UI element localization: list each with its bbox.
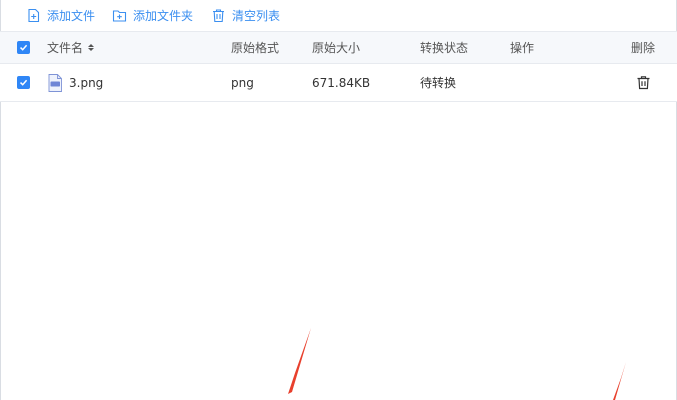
table-header: 文件名 原始格式 原始大小 转换状态 操作 删除 bbox=[0, 31, 677, 64]
check-icon bbox=[17, 76, 30, 89]
column-delete: 删除 bbox=[631, 41, 656, 55]
folder-plus-icon bbox=[112, 9, 127, 22]
table-row[interactable]: 3.png png 671.84KB 待转换 bbox=[0, 64, 677, 102]
check-icon bbox=[17, 41, 30, 54]
column-filename[interactable]: 文件名 bbox=[47, 32, 95, 63]
add-file-button[interactable]: 添加文件 bbox=[26, 6, 95, 24]
clear-list-label: 清空列表 bbox=[232, 8, 281, 23]
select-all-checkbox[interactable] bbox=[17, 32, 30, 63]
column-format: 原始格式 bbox=[231, 41, 280, 55]
add-folder-label: 添加文件夹 bbox=[133, 8, 194, 23]
clear-list-button[interactable]: 清空列表 bbox=[211, 6, 280, 24]
row-delete-button[interactable] bbox=[636, 64, 651, 101]
column-size: 原始大小 bbox=[312, 41, 361, 55]
conversion-status: 待转换 bbox=[420, 76, 457, 90]
add-folder-button[interactable]: 添加文件夹 bbox=[112, 6, 193, 24]
toolbar: 添加文件 添加文件夹 清空列表 bbox=[0, 0, 677, 31]
file-name: 3.png bbox=[69, 75, 104, 90]
file-format: png bbox=[231, 75, 254, 90]
column-status: 转换状态 bbox=[420, 41, 469, 55]
file-name-cell: 3.png bbox=[47, 64, 103, 101]
trash-icon bbox=[213, 8, 224, 22]
column-action: 操作 bbox=[510, 41, 535, 55]
column-filename-label: 文件名 bbox=[47, 41, 84, 55]
row-checkbox[interactable] bbox=[17, 64, 30, 101]
sort-icon[interactable] bbox=[88, 44, 95, 51]
image-file-icon bbox=[48, 73, 62, 92]
file-plus-icon bbox=[28, 8, 40, 22]
add-file-label: 添加文件 bbox=[47, 8, 96, 23]
trash-icon bbox=[637, 76, 650, 90]
file-size: 671.84KB bbox=[312, 75, 371, 90]
